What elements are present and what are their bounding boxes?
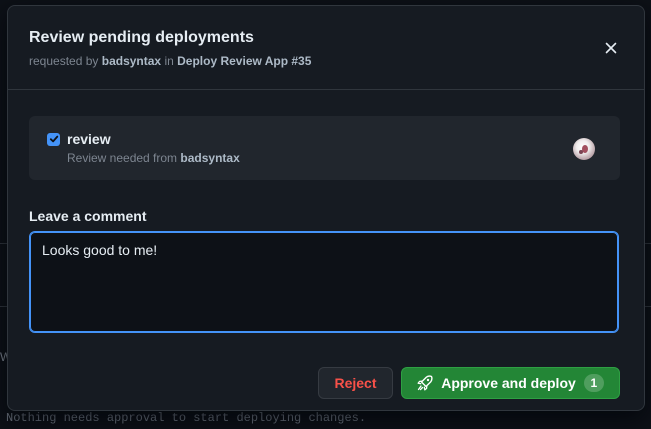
background-divider [0,306,7,307]
comment-textarea[interactable]: Looks good to me! [29,231,619,333]
checkmark-icon [49,131,59,149]
reviewer-avatar[interactable] [573,138,595,160]
environment-checkbox[interactable] [47,133,60,146]
subtitle-workflow-run[interactable]: Deploy Review App #35 [177,54,311,68]
subtitle-prefix: requested by [29,54,99,68]
comment-label: Leave a comment [29,208,147,224]
background-divider [0,243,7,244]
avatar-detail [579,150,583,154]
approve-label: Approve and deploy [441,375,576,391]
review-deployments-dialog: Review pending deployments requested by … [7,5,645,411]
subtitle-connector: in [164,54,174,68]
dialog-title: Review pending deployments [29,29,254,46]
reject-button[interactable]: Reject [318,367,393,399]
reviewer-prefix: Review needed from [67,151,178,165]
environment-card: review Review needed from badsyntax [29,116,620,180]
subtitle-user[interactable]: badsyntax [102,54,161,68]
dialog-header: Review pending deployments requested by … [8,6,644,90]
environment-name: review [67,131,111,147]
rocket-icon [417,375,433,391]
approve-counter-badge: 1 [583,374,604,392]
environment-reviewer-text: Review needed from badsyntax [67,151,240,165]
approve-and-deploy-button[interactable]: Approve and deploy 1 [401,367,620,399]
background-log-text: Nothing needs approval to start deployin… [6,411,367,425]
dialog-subtitle: requested by badsyntax in Deploy Review … [29,54,311,68]
x-icon [605,41,617,59]
reviewer-name: badsyntax [180,151,240,165]
close-button[interactable] [600,39,622,61]
